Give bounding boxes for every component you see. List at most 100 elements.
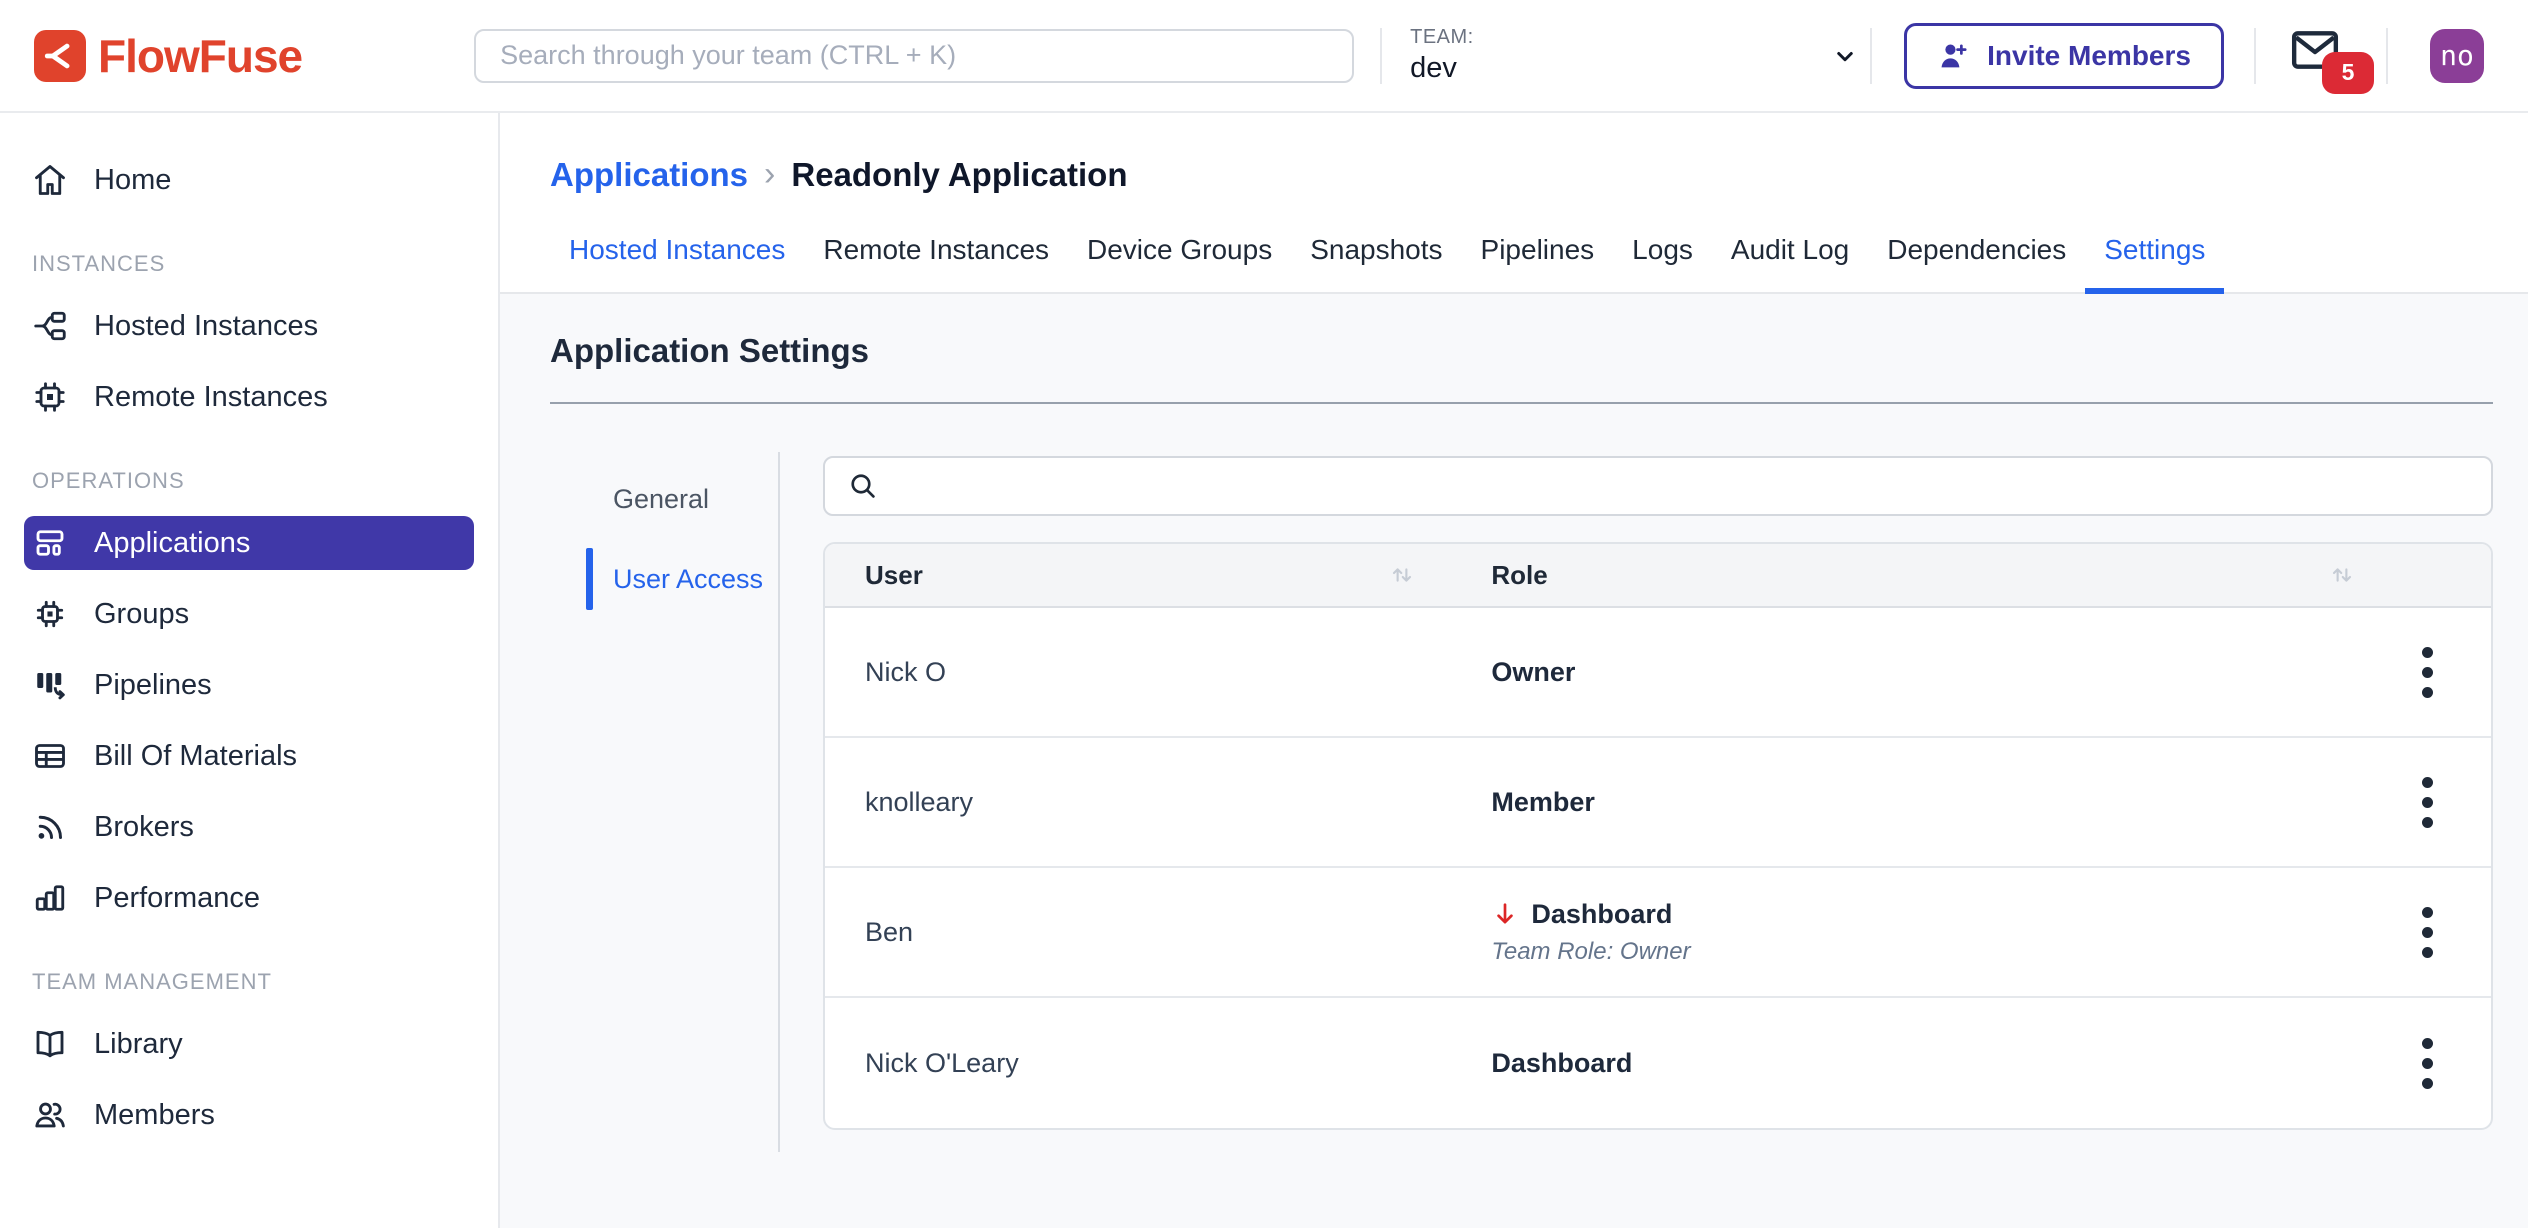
table-row: knolleary Member xyxy=(825,738,2491,868)
sidebar-item-label: Library xyxy=(94,1028,183,1061)
cpu-chip-icon xyxy=(32,379,68,415)
role-downgrade-arrow-icon xyxy=(1491,900,1519,928)
sidebar-item-hosted-instances[interactable]: Hosted Instances xyxy=(24,299,474,353)
book-icon xyxy=(32,1026,68,1062)
breadcrumb: Applications › Readonly Application xyxy=(550,155,2528,194)
logo-wordmark: FlowFuse xyxy=(98,29,302,83)
user-access-search-input[interactable] xyxy=(895,471,2469,502)
team-search-box xyxy=(474,29,1354,83)
sidebar-item-label: Hosted Instances xyxy=(94,310,318,343)
team-label: TEAM: xyxy=(1410,26,1474,49)
team-selector[interactable]: TEAM: dev xyxy=(1400,26,1870,85)
sidebar-item-remote-instances[interactable]: Remote Instances xyxy=(24,370,474,424)
home-icon xyxy=(32,162,68,198)
members-icon xyxy=(32,1097,68,1133)
search-icon xyxy=(847,470,879,502)
table-row: Ben Dashboard Team Role: Owner xyxy=(825,868,2491,998)
chevron-down-icon xyxy=(1830,41,1860,71)
sidebar-item-home[interactable]: Home xyxy=(24,153,474,207)
tab-audit-log[interactable]: Audit Log xyxy=(1712,234,1868,292)
column-header-label: Role xyxy=(1491,560,1547,591)
user-plus-icon xyxy=(1937,39,1971,73)
sidebar-item-brokers[interactable]: Brokers xyxy=(24,800,474,854)
sidebar-item-library[interactable]: Library xyxy=(24,1017,474,1071)
sidebar-section-team-management: TEAM MANAGEMENT xyxy=(32,969,498,995)
settings-nav-label: General xyxy=(613,484,709,515)
sidebar-item-label: Bill Of Materials xyxy=(94,740,297,773)
tab-logs[interactable]: Logs xyxy=(1613,234,1712,292)
sidebar-item-label: Performance xyxy=(94,882,260,915)
team-name: dev xyxy=(1410,52,1474,85)
subnav-divider xyxy=(778,452,780,1152)
page-header: Applications › Readonly Application Host… xyxy=(500,113,2528,294)
row-actions-kebab-button[interactable] xyxy=(2399,766,2455,838)
header-divider xyxy=(2254,28,2256,84)
sidebar-item-label: Remote Instances xyxy=(94,381,328,414)
header-divider xyxy=(1380,28,1382,84)
invite-members-button[interactable]: Invite Members xyxy=(1904,23,2224,89)
bar-chart-icon xyxy=(32,880,68,916)
settings-nav-label: User Access xyxy=(613,564,763,595)
sidebar: Home INSTANCES Hosted Instances Remote I… xyxy=(0,113,500,1228)
team-search-input[interactable] xyxy=(500,40,1328,71)
user-cell: Nick O xyxy=(825,657,1451,688)
team-role-note: Team Role: Owner xyxy=(1491,938,2351,966)
sidebar-item-performance[interactable]: Performance xyxy=(24,871,474,925)
app-header: FlowFuse TEAM: dev Invite Members 5 no xyxy=(0,0,2528,113)
column-header-role[interactable]: Role xyxy=(1451,560,2391,591)
hosted-instances-icon xyxy=(32,308,68,344)
flowfuse-logo[interactable]: FlowFuse xyxy=(34,29,302,83)
tab-device-groups[interactable]: Device Groups xyxy=(1068,234,1291,292)
row-actions-kebab-button[interactable] xyxy=(2399,1027,2455,1099)
tab-snapshots[interactable]: Snapshots xyxy=(1291,234,1461,292)
breadcrumb-link-applications[interactable]: Applications xyxy=(550,156,748,194)
table-row: Nick O Owner xyxy=(825,608,2491,738)
settings-nav-user-access[interactable]: User Access xyxy=(550,548,778,610)
tab-remote-instances[interactable]: Remote Instances xyxy=(804,234,1068,292)
sidebar-section-operations: OPERATIONS xyxy=(32,468,498,494)
application-settings-section: Application Settings General User Access xyxy=(500,294,2528,1228)
settings-title: Application Settings xyxy=(550,332,2493,370)
sidebar-item-members[interactable]: Members xyxy=(24,1088,474,1142)
user-access-table: User Role xyxy=(823,542,2493,1130)
settings-nav-general[interactable]: General xyxy=(550,468,778,530)
row-actions-kebab-button[interactable] xyxy=(2399,896,2455,968)
main-content: Applications › Readonly Application Host… xyxy=(500,113,2528,1228)
sidebar-item-label: Pipelines xyxy=(94,669,212,702)
sidebar-item-applications[interactable]: Applications xyxy=(24,516,474,570)
role-cell: Member xyxy=(1451,787,2391,818)
table-row: Nick O'Leary Dashboard xyxy=(825,998,2491,1128)
notifications-button[interactable]: 5 xyxy=(2290,18,2360,94)
table-header-row: User Role xyxy=(825,544,2491,608)
breadcrumb-current-application: Readonly Application xyxy=(791,156,1127,194)
pipelines-icon xyxy=(32,667,68,703)
user-cell: Ben xyxy=(825,917,1451,948)
breadcrumb-separator: › xyxy=(764,155,775,194)
application-tabs: Hosted Instances Remote Instances Device… xyxy=(550,234,2528,292)
header-divider xyxy=(1870,28,1872,84)
role-cell: Owner xyxy=(1451,657,2391,688)
sidebar-item-label: Applications xyxy=(94,527,250,560)
sidebar-item-pipelines[interactable]: Pipelines xyxy=(24,658,474,712)
tab-dependencies[interactable]: Dependencies xyxy=(1868,234,2085,292)
sidebar-item-groups[interactable]: Groups xyxy=(24,587,474,641)
column-header-label: User xyxy=(865,560,923,591)
flowfuse-logo-icon xyxy=(34,30,86,82)
user-cell: knolleary xyxy=(825,787,1451,818)
sidebar-section-instances: INSTANCES xyxy=(32,251,498,277)
sort-icon xyxy=(1387,560,1417,590)
row-actions-kebab-button[interactable] xyxy=(2399,636,2455,708)
sidebar-item-label: Groups xyxy=(94,598,189,631)
sidebar-item-bill-of-materials[interactable]: Bill Of Materials xyxy=(24,729,474,783)
active-indicator-bar xyxy=(586,548,593,610)
tab-hosted-instances[interactable]: Hosted Instances xyxy=(550,234,804,292)
user-access-search-box xyxy=(823,456,2493,516)
applications-icon xyxy=(32,525,68,561)
tab-settings[interactable]: Settings xyxy=(2085,234,2224,292)
tab-pipelines[interactable]: Pipelines xyxy=(1462,234,1614,292)
column-header-user[interactable]: User xyxy=(825,560,1451,591)
settings-divider xyxy=(550,402,2493,404)
user-avatar[interactable]: no xyxy=(2430,29,2484,83)
header-divider xyxy=(2386,28,2388,84)
role-label: Dashboard xyxy=(1531,899,1672,930)
